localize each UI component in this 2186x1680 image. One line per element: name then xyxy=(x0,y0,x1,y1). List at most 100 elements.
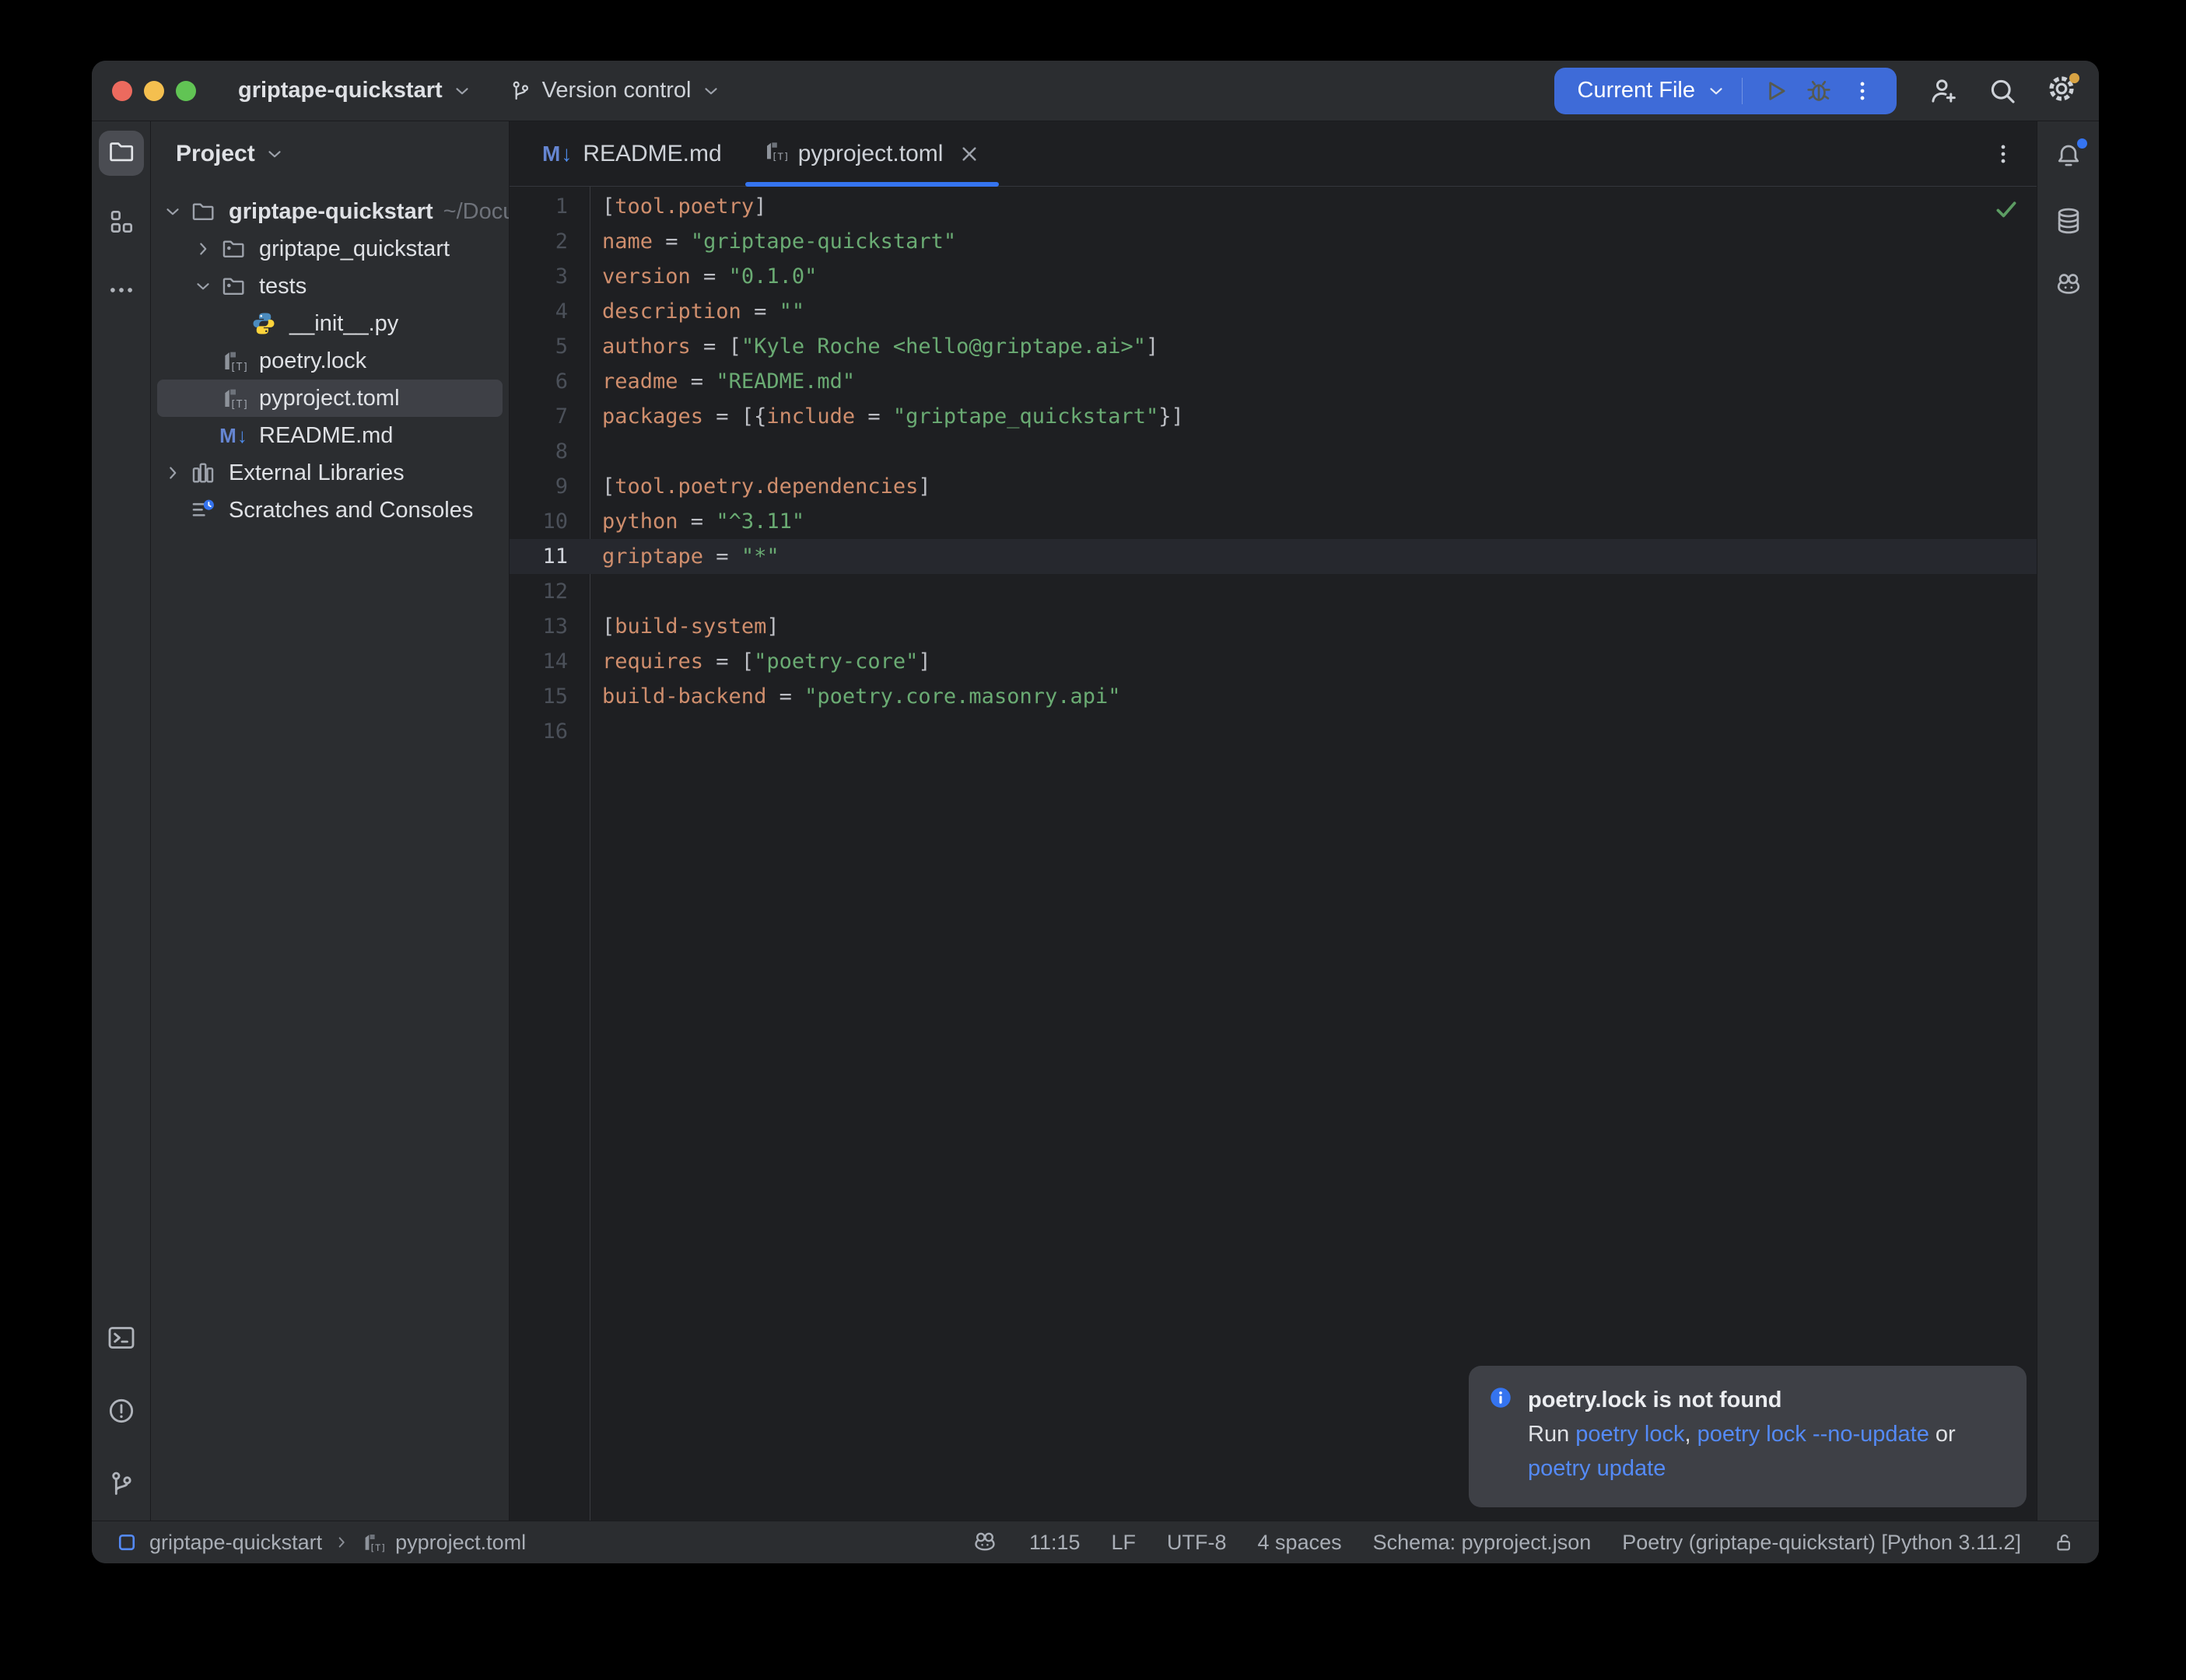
line-ending-indicator[interactable]: LF xyxy=(1112,1531,1137,1555)
line-number[interactable]: 4 xyxy=(510,294,590,329)
line-number[interactable]: 6 xyxy=(510,364,590,399)
code-line-8[interactable]: 8 xyxy=(510,434,2037,469)
close-tab-button[interactable] xyxy=(957,142,982,166)
git-tool-button[interactable] xyxy=(99,1461,144,1507)
run-button[interactable] xyxy=(1753,69,1797,113)
line-number[interactable]: 9 xyxy=(510,469,590,504)
poetry-lock-link[interactable]: poetry lock xyxy=(1575,1422,1684,1447)
more-tool-windows-button[interactable] xyxy=(99,268,144,313)
tab-readme-md[interactable]: M↓ README.md xyxy=(522,121,742,186)
project-switcher[interactable]: griptape-quickstart xyxy=(230,70,480,112)
code-line-13[interactable]: 13[build-system] xyxy=(510,609,2037,644)
line-number[interactable]: 2 xyxy=(510,224,590,259)
ai-assistant-status-icon[interactable] xyxy=(972,1529,998,1556)
tree-item-scratches-and-consoles[interactable]: Scratches and Consoles xyxy=(151,492,509,529)
database-tool-button[interactable] xyxy=(2048,201,2089,241)
code-line-12[interactable]: 12 xyxy=(510,574,2037,609)
breadcrumb-project[interactable]: griptape-quickstart xyxy=(149,1531,322,1555)
tree-item-poetry-lock[interactable]: [T]poetry.lock xyxy=(151,342,509,380)
status-bar: griptape-quickstart [T] pyproject.toml 1… xyxy=(92,1521,2099,1563)
code-line-10[interactable]: 10python = "^3.11" xyxy=(510,504,2037,539)
line-number[interactable]: 5 xyxy=(510,329,590,364)
code-text xyxy=(590,714,602,749)
zoom-window-button[interactable] xyxy=(176,81,196,101)
caret-position[interactable]: 11:15 xyxy=(1029,1531,1081,1555)
tree-item-readme-md[interactable]: M↓README.md xyxy=(151,417,509,454)
line-number[interactable]: 15 xyxy=(510,679,590,714)
code-line-6[interactable]: 6readme = "README.md" xyxy=(510,364,2037,399)
tree-item-label: README.md xyxy=(259,423,393,449)
tree-item-path: ~/Docume xyxy=(443,199,509,225)
chevron-right-icon[interactable] xyxy=(187,239,218,259)
editor-options-button[interactable] xyxy=(1990,141,2016,167)
code-line-5[interactable]: 5authors = ["Kyle Roche <hello@griptape.… xyxy=(510,329,2037,364)
debug-button[interactable] xyxy=(1797,69,1841,113)
folder-dot-icon xyxy=(218,273,249,299)
settings-button[interactable] xyxy=(2043,72,2080,110)
chevron-right-icon[interactable] xyxy=(157,463,187,483)
code-line-1[interactable]: 1[tool.poetry] xyxy=(510,189,2037,224)
svg-text:[T]: [T] xyxy=(229,362,247,373)
project-panel-header[interactable]: Project xyxy=(151,121,509,187)
line-number[interactable]: 11 xyxy=(510,539,590,574)
line-number[interactable]: 10 xyxy=(510,504,590,539)
close-window-button[interactable] xyxy=(112,81,132,101)
problems-tool-button[interactable] xyxy=(99,1388,144,1433)
code-line-4[interactable]: 4description = "" xyxy=(510,294,2037,329)
more-run-options-button[interactable] xyxy=(1841,69,1884,113)
line-number[interactable]: 16 xyxy=(510,714,590,749)
notifications-tool-button[interactable] xyxy=(2048,137,2089,177)
chevron-down-icon[interactable] xyxy=(157,201,187,222)
project-tool-button[interactable] xyxy=(99,131,144,176)
code-editor[interactable]: 1[tool.poetry]2name = "griptape-quicksta… xyxy=(510,187,2037,1521)
code-text: [tool.poetry.dependencies] xyxy=(590,469,931,504)
breadcrumb-file[interactable]: pyproject.toml xyxy=(395,1531,526,1555)
tree-item-external-libraries[interactable]: External Libraries xyxy=(151,454,509,492)
poetry-update-link[interactable]: poetry update xyxy=(1528,1456,1666,1481)
tree-item-griptape-quickstart[interactable]: griptape_quickstart xyxy=(151,230,509,268)
line-number[interactable]: 14 xyxy=(510,644,590,679)
indent-indicator[interactable]: 4 spaces xyxy=(1258,1531,1342,1555)
notification-balloon: poetry.lock is not found Run poetry lock… xyxy=(1469,1366,2027,1507)
code-line-11[interactable]: 11griptape = "*" xyxy=(510,539,2037,574)
tree-item-tests[interactable]: tests xyxy=(151,268,509,305)
minimize-window-button[interactable] xyxy=(144,81,164,101)
ai-assistant-tool-button[interactable] xyxy=(2048,264,2089,305)
encoding-indicator[interactable]: UTF-8 xyxy=(1167,1531,1227,1555)
line-number[interactable]: 7 xyxy=(510,399,590,434)
interpreter-indicator[interactable]: Poetry (griptape-quickstart) [Python 3.1… xyxy=(1622,1531,2021,1555)
inspections-ok-icon[interactable] xyxy=(1993,196,2020,222)
tree-item-griptape-quickstart[interactable]: griptape-quickstart~/Docume xyxy=(151,193,509,230)
add-user-button[interactable] xyxy=(1925,72,1962,110)
structure-tool-button[interactable] xyxy=(99,199,144,244)
run-configuration-widget[interactable]: Current File xyxy=(1554,68,1897,114)
tab-label: pyproject.toml xyxy=(798,141,944,167)
search-everywhere-button[interactable] xyxy=(1984,72,2021,110)
code-line-15[interactable]: 15build-backend = "poetry.core.masonry.a… xyxy=(510,679,2037,714)
notification-title: poetry.lock is not found xyxy=(1528,1384,1782,1416)
toml-file-icon: [T] xyxy=(762,138,787,170)
vcs-widget[interactable]: Version control xyxy=(500,70,729,112)
schema-indicator[interactable]: Schema: pyproject.json xyxy=(1373,1531,1592,1555)
tree-item-pyproject-toml[interactable]: [T]pyproject.toml xyxy=(157,380,503,417)
tree-item-label: Scratches and Consoles xyxy=(229,498,473,523)
code-line-2[interactable]: 2name = "griptape-quickstart" xyxy=(510,224,2037,259)
terminal-tool-button[interactable] xyxy=(99,1315,144,1360)
tree-item--init-py[interactable]: __init__.py xyxy=(151,305,509,342)
markdown-file-icon: M↓ xyxy=(542,141,572,167)
line-number[interactable]: 13 xyxy=(510,609,590,644)
tab-pyproject-toml[interactable]: [T] pyproject.toml xyxy=(742,121,1003,186)
code-line-3[interactable]: 3version = "0.1.0" xyxy=(510,259,2037,294)
poetry-lock-no-update-link[interactable]: poetry lock --no-update xyxy=(1697,1422,1929,1447)
code-line-7[interactable]: 7packages = [{include = "griptape_quicks… xyxy=(510,399,2037,434)
line-number[interactable]: 8 xyxy=(510,434,590,469)
line-number[interactable]: 3 xyxy=(510,259,590,294)
line-number[interactable]: 1 xyxy=(510,189,590,224)
code-line-9[interactable]: 9[tool.poetry.dependencies] xyxy=(510,469,2037,504)
project-panel-title: Project xyxy=(176,141,255,167)
unlocked-icon[interactable] xyxy=(2052,1531,2076,1554)
chevron-down-icon[interactable] xyxy=(187,276,218,296)
code-line-14[interactable]: 14requires = ["poetry-core"] xyxy=(510,644,2037,679)
line-number[interactable]: 12 xyxy=(510,574,590,609)
code-line-16[interactable]: 16 xyxy=(510,714,2037,749)
